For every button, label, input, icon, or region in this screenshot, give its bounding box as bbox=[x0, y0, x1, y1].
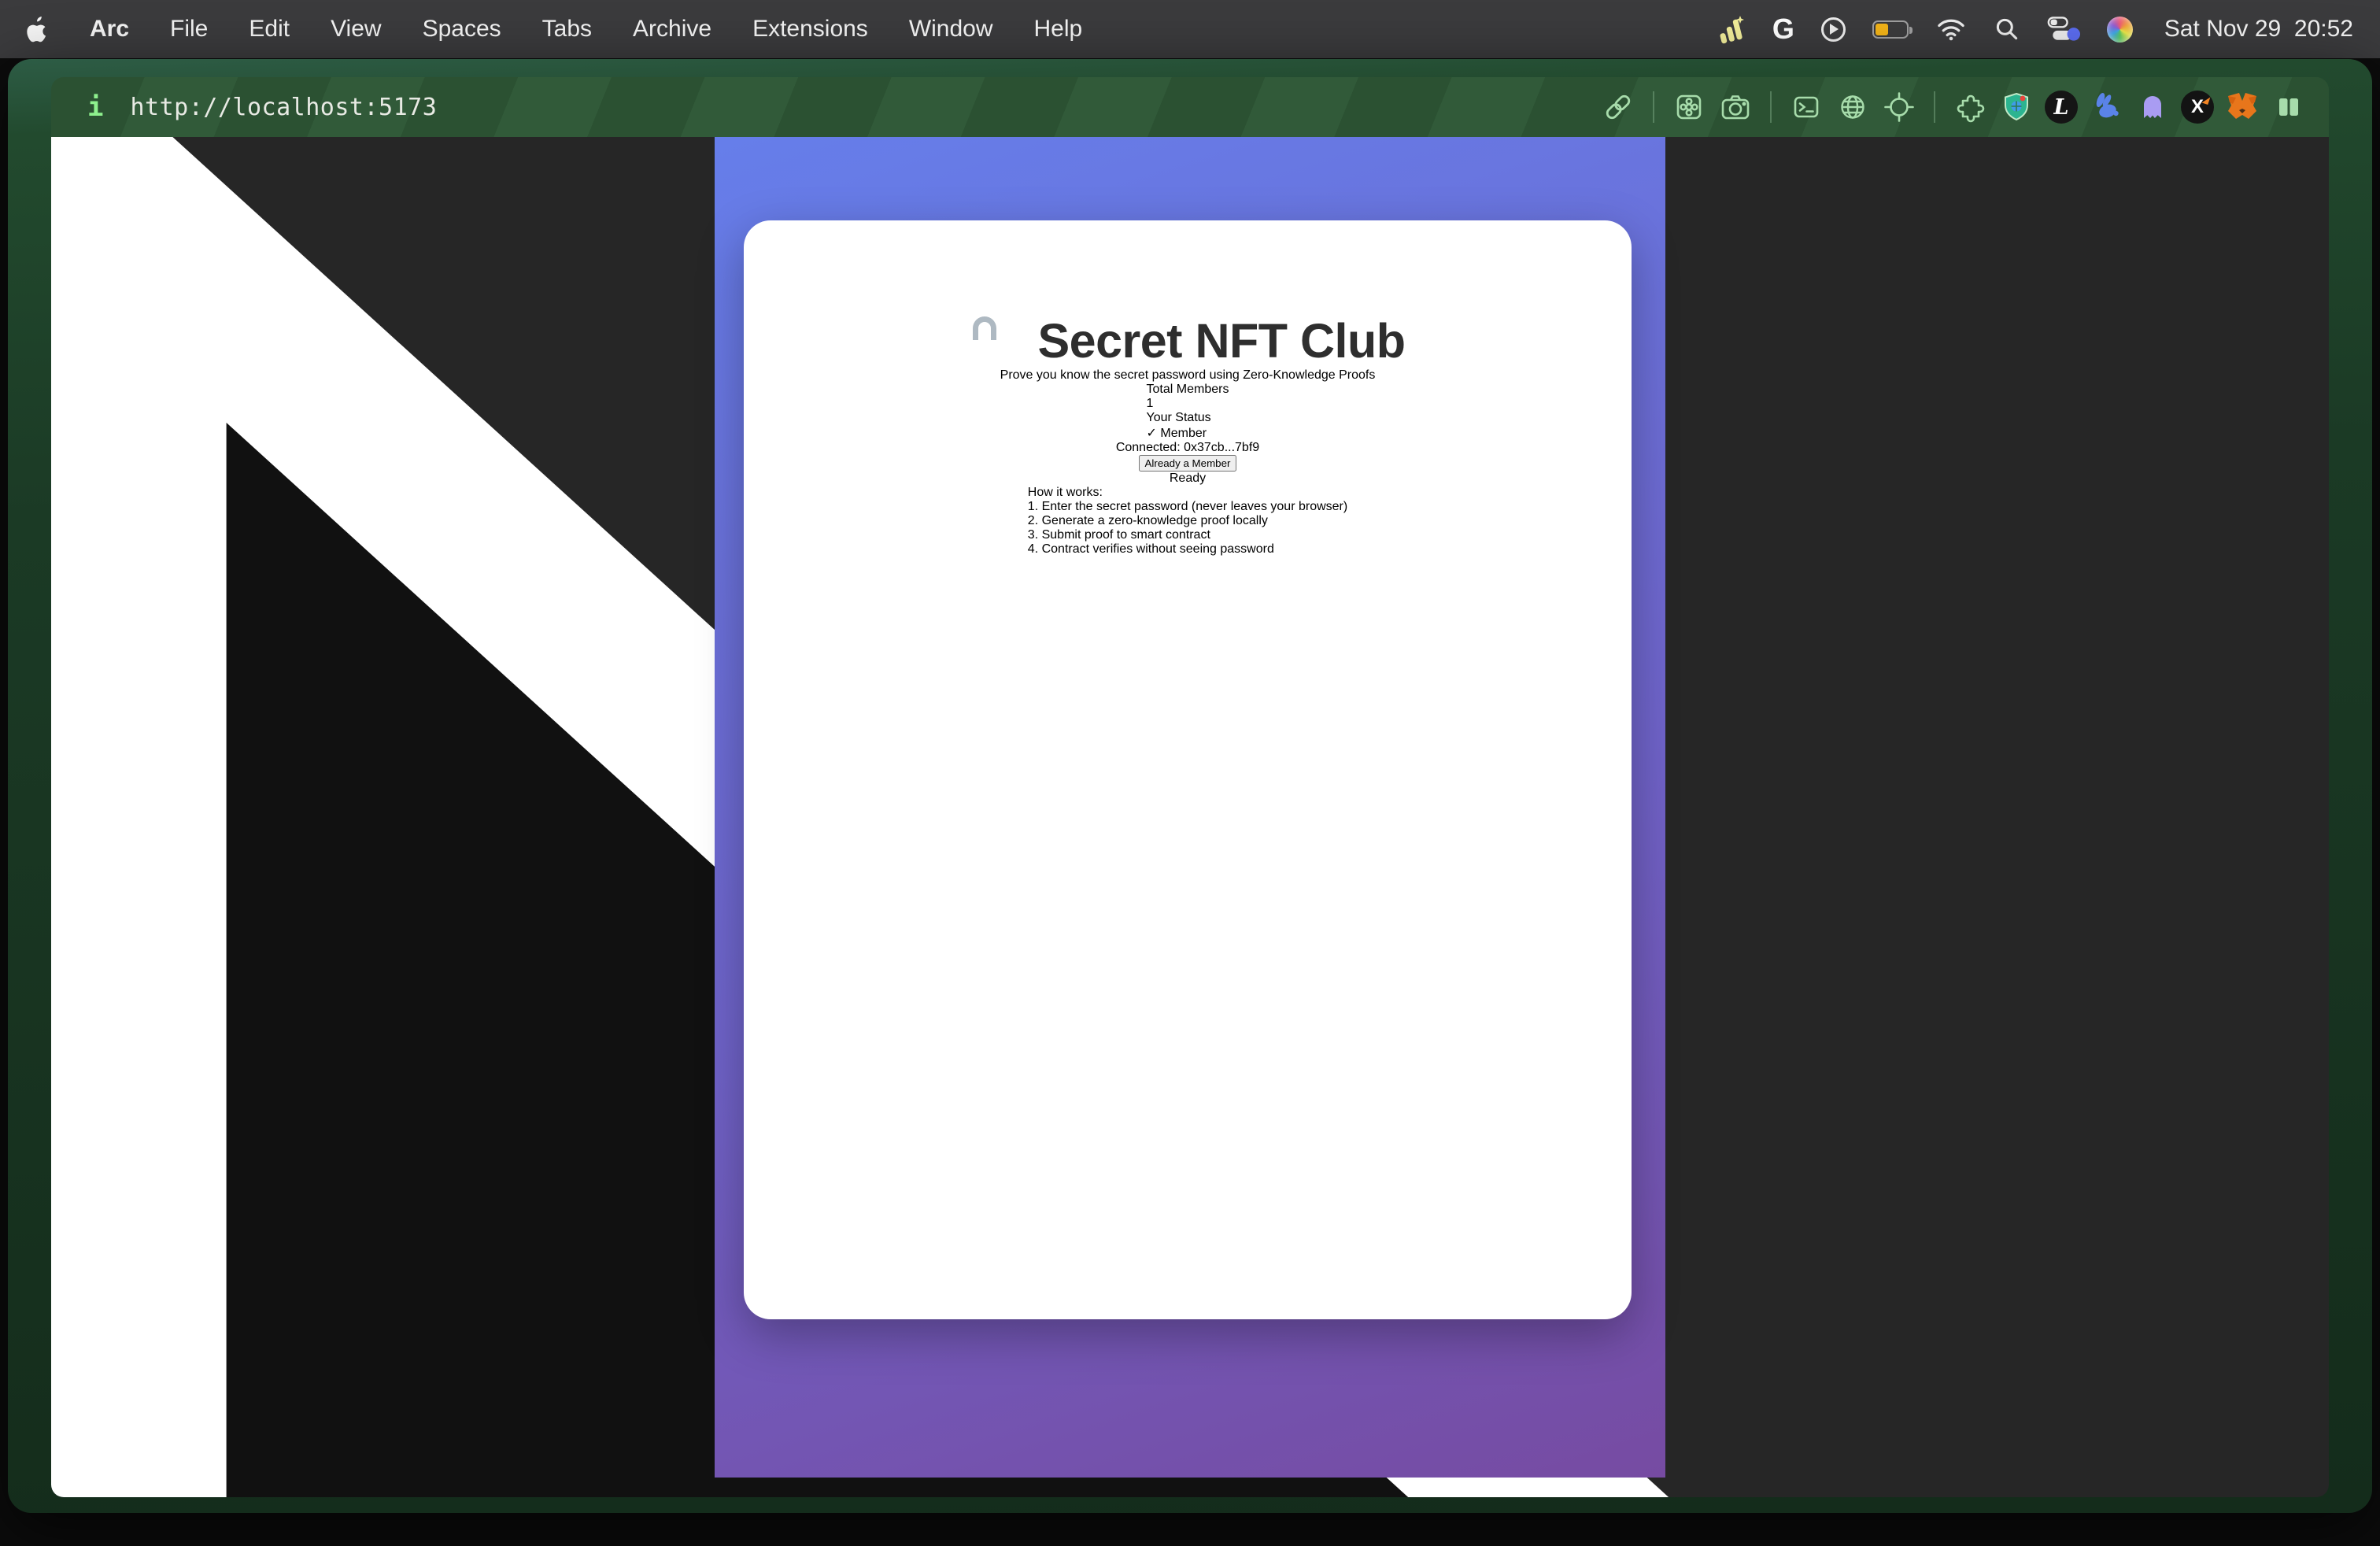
camera-icon[interactable] bbox=[1717, 89, 1754, 125]
image-capture-icon[interactable] bbox=[1671, 89, 1707, 125]
total-members-box: Total Members 1 bbox=[1147, 383, 1229, 411]
spotlight-icon[interactable] bbox=[1994, 13, 2020, 45]
ghostery-icon[interactable] bbox=[2134, 89, 2171, 125]
stats-row: Total Members 1 Your Status ✓ Member bbox=[1147, 383, 1229, 441]
how-step-1: 1. Enter the secret password (never leav… bbox=[1028, 500, 1347, 514]
menubar-item-archive[interactable]: Archive bbox=[633, 16, 711, 43]
script-l-extension-icon[interactable]: L bbox=[2045, 91, 2078, 124]
blue-rabbit-extension-icon[interactable] bbox=[2088, 89, 2124, 125]
already-member-button[interactable]: Already a Member bbox=[1139, 455, 1237, 472]
split-view-icon[interactable] bbox=[2271, 89, 2307, 125]
menubar-item-spaces[interactable]: Spaces bbox=[423, 16, 501, 43]
toolbar-divider bbox=[1770, 91, 1772, 123]
battery-icon[interactable] bbox=[1872, 13, 1909, 45]
your-status-box: Your Status ✓ Member bbox=[1147, 411, 1229, 441]
connected-address: Connected: 0x37cb...7bf9 bbox=[1116, 441, 1259, 455]
grammarly-icon[interactable]: G bbox=[1772, 13, 1794, 45]
metamask-fox-icon[interactable] bbox=[2224, 89, 2260, 125]
terminal-icon[interactable] bbox=[1788, 89, 1824, 125]
menubar-item-arc[interactable]: Arc bbox=[90, 16, 129, 43]
how-step-3: 3. Submit proof to smart contract bbox=[1028, 528, 1347, 542]
status-text: Ready bbox=[1170, 472, 1206, 486]
page-subtitle: Prove you know the secret password using… bbox=[1000, 368, 1376, 383]
how-step-4: 4. Contract verifies without seeing pass… bbox=[1028, 542, 1347, 557]
your-status-label: Your Status bbox=[1147, 411, 1229, 425]
browser-toolbar: i http://localhost:5173 bbox=[51, 77, 2329, 137]
menubar-item-extensions[interactable]: Extensions bbox=[752, 16, 868, 43]
browser-window: i http://localhost:5173 bbox=[8, 59, 2372, 1513]
screen: Arc File Edit View Spaces Tabs Archive E… bbox=[0, 0, 2380, 1546]
wifi-icon[interactable] bbox=[1935, 13, 1967, 45]
menubar-item-file[interactable]: File bbox=[170, 16, 208, 43]
puzzle-extensions-icon[interactable] bbox=[1952, 89, 1988, 125]
total-members-label: Total Members bbox=[1147, 383, 1229, 397]
menubar-item-tabs[interactable]: Tabs bbox=[542, 16, 592, 43]
siri-icon[interactable] bbox=[2107, 17, 2133, 43]
stocks-chart-icon[interactable] bbox=[1714, 13, 1746, 45]
menubar-item-help[interactable]: Help bbox=[1034, 16, 1083, 43]
menubar-item-edit[interactable]: Edit bbox=[249, 16, 290, 43]
x-extension-icon[interactable]: X bbox=[2181, 91, 2214, 124]
toolbar-divider bbox=[1653, 91, 1654, 123]
toolbar-divider bbox=[1934, 91, 1935, 123]
how-step-2: 2. Generate a zero-knowledge proof local… bbox=[1028, 514, 1347, 528]
browser-content: Secret NFT Club Prove you know the secre… bbox=[51, 137, 2329, 1497]
link-icon[interactable] bbox=[1600, 89, 1636, 125]
member-status-value: Member bbox=[1160, 427, 1207, 440]
url-address[interactable]: http://localhost:5173 bbox=[130, 94, 437, 121]
menubar-item-view[interactable]: View bbox=[331, 16, 381, 43]
apple-menu-icon[interactable] bbox=[27, 13, 49, 45]
secret-nft-club-card: Secret NFT Club Prove you know the secre… bbox=[744, 220, 1632, 1319]
check-mark-icon: ✓ bbox=[1147, 427, 1157, 440]
menubar-clock[interactable]: Sat Nov 29 20:52 bbox=[2164, 16, 2353, 43]
menubar-item-window[interactable]: Window bbox=[909, 16, 993, 43]
control-center-icon[interactable] bbox=[2047, 13, 2080, 45]
macos-menubar: Arc File Edit View Spaces Tabs Archive E… bbox=[0, 0, 2380, 58]
play-icon[interactable] bbox=[1821, 13, 1846, 45]
how-it-works-box: How it works: 1. Enter the secret passwo… bbox=[1028, 486, 1347, 557]
crosshair-icon[interactable] bbox=[1881, 89, 1917, 125]
locked-with-key-icon bbox=[970, 316, 1020, 365]
globe-icon[interactable] bbox=[1835, 89, 1871, 125]
page-title: Secret NFT Club bbox=[1037, 313, 1405, 368]
page-gradient-background: Secret NFT Club Prove you know the secre… bbox=[715, 137, 1665, 1478]
how-it-works-title: How it works: bbox=[1028, 486, 1347, 500]
privacy-shield-icon[interactable] bbox=[1998, 89, 2034, 125]
site-info-icon[interactable]: i bbox=[87, 91, 103, 123]
total-members-value: 1 bbox=[1147, 397, 1229, 411]
